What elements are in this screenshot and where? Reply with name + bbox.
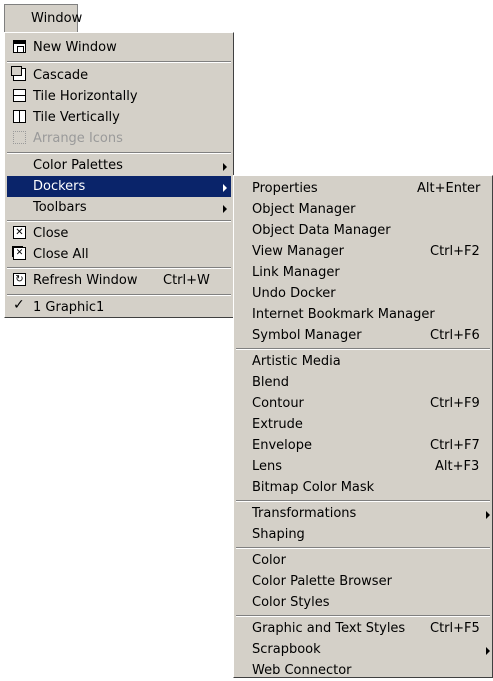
menu-item-object-manager[interactable]: Object Manager [236,199,490,220]
window-menu: New Window Cascade Tile Horizontally Til… [4,32,234,318]
menu-separator [236,348,490,350]
menu-item-graphic-and-text-styles[interactable]: Graphic and Text Styles Ctrl+F5 [236,618,490,639]
menu-item-close[interactable]: ✕ Close [7,223,231,244]
shortcut-text: Ctrl+F7 [430,438,480,453]
menu-item-internet-bookmark-manager[interactable]: Internet Bookmark Manager [236,304,490,325]
tile-horizontally-icon [13,89,26,102]
window-menubar-item[interactable]: Window [4,4,82,32]
close-icon: ✕ [13,226,26,239]
menu-item-toolbars[interactable]: Toolbars [7,197,231,218]
menu-item-bitmap-color-mask[interactable]: Bitmap Color Mask [236,477,490,498]
new-window-icon [13,40,26,53]
submenu-arrow-icon [223,205,227,213]
menu-item-blend[interactable]: Blend [236,372,490,393]
menu-separator [7,220,231,222]
shortcut-text: Alt+F3 [435,459,480,474]
submenu-arrow-icon [486,511,490,519]
shortcut-text: Alt+Enter [417,181,481,196]
checkmark-icon: ✓ [13,297,25,313]
refresh-icon: ↻ [13,273,26,286]
cascade-icon [11,66,26,81]
menu-item-extrude[interactable]: Extrude [236,414,490,435]
shortcut-text: Ctrl+F2 [430,244,480,259]
menu-separator [7,152,231,154]
tile-vertically-icon [13,110,26,123]
window-menu-title: Window [31,11,83,26]
arrange-icons-icon [13,131,26,144]
menu-item-tile-vertically[interactable]: Tile Vertically [7,107,231,128]
menu-item-cascade[interactable]: Cascade [7,65,231,86]
menu-separator [236,547,490,549]
shortcut-text: Ctrl+F9 [430,396,480,411]
menu-item-transformations[interactable]: Transformations [236,503,490,524]
shortcut-text: Ctrl+F5 [430,621,480,636]
menu-item-color-palettes[interactable]: Color Palettes [7,155,231,176]
menu-item-link-manager[interactable]: Link Manager [236,262,490,283]
menu-separator [7,267,231,269]
submenu-arrow-icon [486,647,490,655]
shortcut-text: Ctrl+F6 [430,328,480,343]
menu-item-view-manager[interactable]: View Manager Ctrl+F2 [236,241,490,262]
menu-separator [236,615,490,617]
menu-item-undo-docker[interactable]: Undo Docker [236,283,490,304]
menu-item-close-all[interactable]: ✕ Close All [7,244,231,265]
menu-separator [7,61,231,63]
menu-item-color-palette-browser[interactable]: Color Palette Browser [236,571,490,592]
menu-item-shaping[interactable]: Shaping [236,524,490,545]
menu-item-graphic1[interactable]: ✓ 1 Graphic1 [7,297,231,318]
menu-item-color[interactable]: Color [236,550,490,571]
menu-separator [236,500,490,502]
submenu-arrow-icon [223,163,227,171]
menu-item-new-window[interactable]: New Window [7,37,231,58]
shortcut-text: Ctrl+W [163,273,210,288]
menu-item-envelope[interactable]: Envelope Ctrl+F7 [236,435,490,456]
menu-item-tile-horizontally[interactable]: Tile Horizontally [7,86,231,107]
dockers-submenu: Properties Alt+Enter Object Manager Obje… [233,175,493,678]
menu-item-contour[interactable]: Contour Ctrl+F9 [236,393,490,414]
menu-item-lens[interactable]: Lens Alt+F3 [236,456,490,477]
menu-item-refresh-window[interactable]: ↻ Refresh Window Ctrl+W [7,270,231,291]
menu-item-object-data-manager[interactable]: Object Data Manager [236,220,490,241]
menu-item-scrapbook[interactable]: Scrapbook [236,639,490,660]
menu-separator [7,294,231,296]
menu-item-artistic-media[interactable]: Artistic Media [236,351,490,372]
menu-item-symbol-manager[interactable]: Symbol Manager Ctrl+F6 [236,325,490,346]
menu-item-dockers[interactable]: Dockers [7,176,231,197]
menu-item-arrange-icons: Arrange Icons [7,128,231,149]
menu-item-properties[interactable]: Properties Alt+Enter [236,178,490,199]
menu-item-color-styles[interactable]: Color Styles [236,592,490,613]
close-all-icon: ✕ [13,247,26,260]
submenu-arrow-icon [223,184,227,192]
